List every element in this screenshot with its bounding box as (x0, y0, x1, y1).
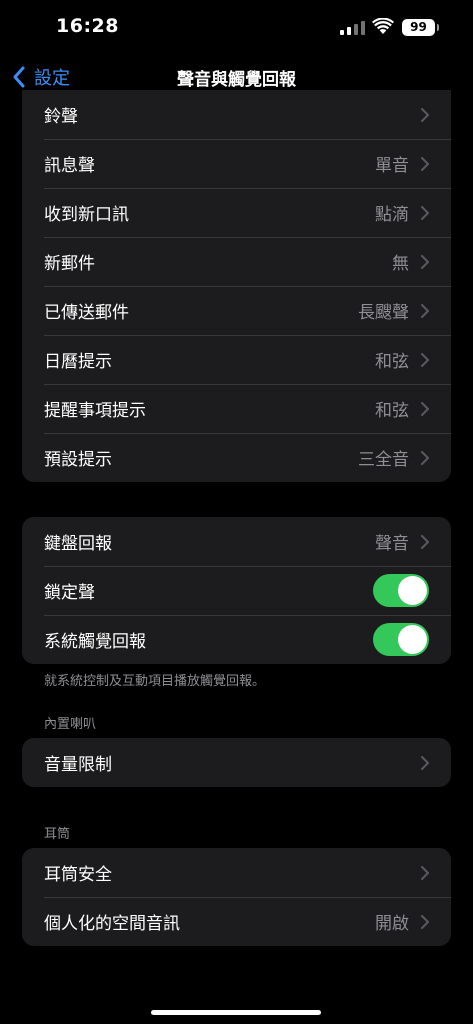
row-label: 系統觸覺回報 (44, 632, 146, 652)
calendar-alerts-row[interactable]: 日曆提示 和弦 (22, 335, 451, 384)
earbuds-section-header: 耳筒 (44, 827, 71, 842)
row-value: 長颼聲 (358, 303, 409, 323)
row-label: 收到新口訊 (44, 205, 129, 225)
battery-icon: 99 (402, 19, 435, 36)
text-tone-row[interactable]: 訊息聲 單音 (22, 139, 451, 188)
chevron-right-icon (421, 756, 429, 770)
spatial-audio-row[interactable]: 個人化的空間音訊 開啟 (22, 897, 451, 946)
row-value: 三全音 (358, 450, 409, 470)
battery-tip (437, 24, 439, 31)
speaker-group: 音量限制 (22, 738, 451, 787)
row-value: 單音 (375, 156, 409, 176)
keyboard-feedback-row[interactable]: 鍵盤回報 聲音 (22, 517, 451, 566)
row-label: 預設提示 (44, 450, 112, 470)
row-label: 提醒事項提示 (44, 401, 146, 421)
row-label: 已傳送郵件 (44, 303, 129, 323)
volume-limit-row[interactable]: 音量限制 (22, 738, 451, 787)
status-bar: 16:28 99 (0, 0, 473, 54)
default-alerts-row[interactable]: 預設提示 三全音 (22, 433, 451, 482)
system-haptics-toggle[interactable] (373, 623, 429, 656)
home-indicator[interactable] (151, 1010, 321, 1015)
row-value: 無 (392, 254, 409, 274)
feedback-group: 鍵盤回報 聲音 鎖定聲 系統觸覺回報 (22, 517, 451, 664)
row-value: 和弦 (375, 401, 409, 421)
battery-level: 99 (410, 20, 427, 34)
new-voicemail-row[interactable]: 收到新口訊 點滴 (22, 188, 451, 237)
chevron-right-icon (421, 304, 429, 318)
row-label: 鈴聲 (44, 107, 78, 127)
chevron-right-icon (421, 451, 429, 465)
toggle-knob (398, 576, 427, 605)
status-time: 16:28 (56, 15, 119, 37)
row-value: 點滴 (375, 205, 409, 225)
chevron-right-icon (421, 915, 429, 929)
row-label: 音量限制 (44, 755, 112, 775)
lock-sound-row: 鎖定聲 (22, 566, 451, 615)
cellular-signal-icon (340, 21, 365, 35)
chevron-right-icon (421, 535, 429, 549)
chevron-right-icon (421, 866, 429, 880)
row-label: 日曆提示 (44, 352, 112, 372)
haptics-footnote: 就系統控制及互動項目播放觸覺回報。 (44, 674, 266, 689)
new-mail-row[interactable]: 新郵件 無 (22, 237, 451, 286)
row-label: 鍵盤回報 (44, 534, 112, 554)
speaker-section-header: 內置喇叭 (44, 717, 97, 732)
chevron-right-icon (421, 108, 429, 122)
chevron-right-icon (421, 353, 429, 367)
row-label: 訊息聲 (44, 156, 95, 176)
chevron-right-icon (421, 402, 429, 416)
reminder-alerts-row[interactable]: 提醒事項提示 和弦 (22, 384, 451, 433)
row-value: 和弦 (375, 352, 409, 372)
chevron-right-icon (421, 255, 429, 269)
sent-mail-row[interactable]: 已傳送郵件 長颼聲 (22, 286, 451, 335)
sounds-group: 鈴聲 訊息聲 單音 收到新口訊 點滴 新郵件 無 已傳送郵件 長颼聲 日曆提示 … (22, 90, 451, 482)
wifi-icon (372, 18, 394, 34)
lock-sound-toggle[interactable] (373, 574, 429, 607)
chevron-right-icon (421, 157, 429, 171)
page-title: 聲音與觸覺回報 (177, 70, 296, 90)
row-value: 開啟 (375, 914, 409, 934)
toggle-knob (398, 625, 427, 654)
system-haptics-row: 系統觸覺回報 (22, 615, 451, 664)
row-label: 個人化的空間音訊 (44, 914, 180, 934)
row-label: 耳筒安全 (44, 865, 112, 885)
ringtone-row[interactable]: 鈴聲 (22, 90, 451, 139)
earbuds-group: 耳筒安全 個人化的空間音訊 開啟 (22, 848, 451, 946)
row-label: 鎖定聲 (44, 583, 95, 603)
chevron-right-icon (421, 206, 429, 220)
row-value: 聲音 (375, 534, 409, 554)
row-label: 新郵件 (44, 254, 95, 274)
headphone-safety-row[interactable]: 耳筒安全 (22, 848, 451, 897)
